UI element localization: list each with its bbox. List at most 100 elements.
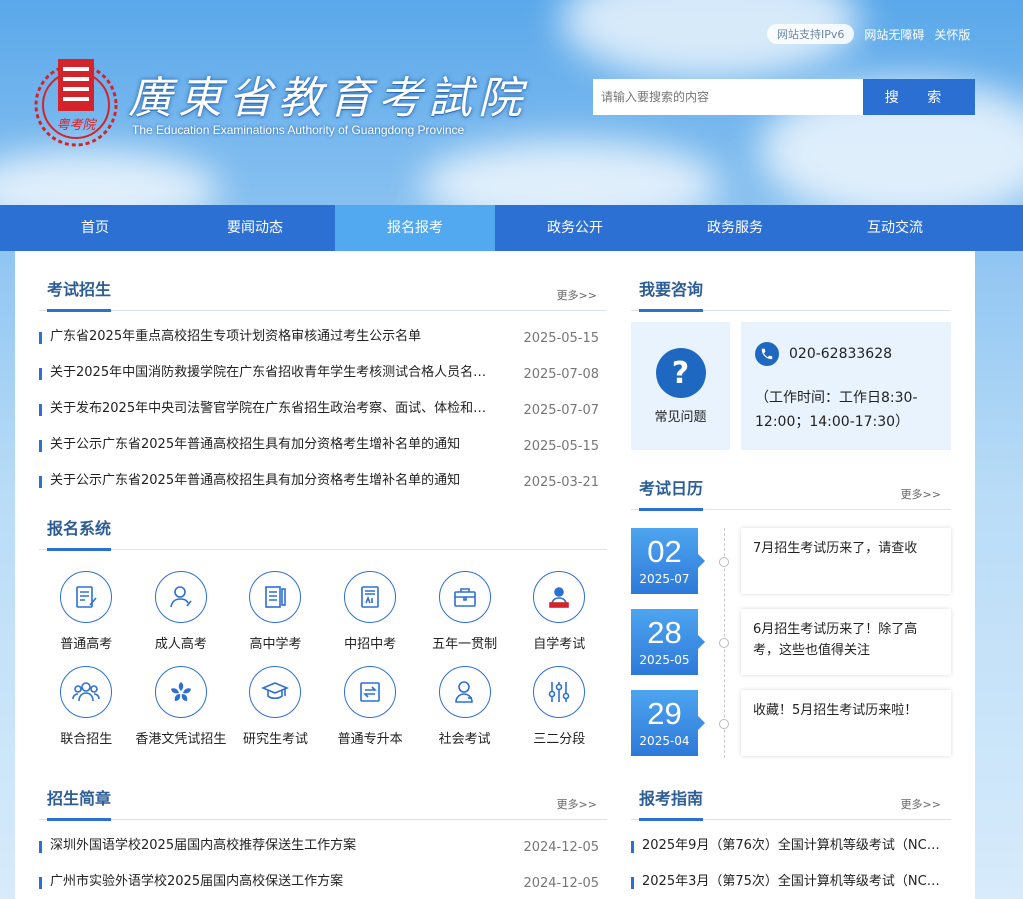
news-title: 关于发布2025年中央司法警官学院在广东省招生政治考察、面试、体检和体... [50, 401, 490, 416]
more-link[interactable]: 更多>> [557, 287, 597, 303]
brochure-header: 招生简章 更多>> [39, 786, 607, 821]
news-date: 2025-05-15 [523, 331, 599, 346]
list-item[interactable]: 关于公示广东省2025年普通高校招生具有加分资格考生增补名单的通知 2025-03… [39, 465, 599, 501]
date-month: 2025-05 [639, 653, 690, 667]
news-title: 关于公示广东省2025年普通高校招生具有加分资格考生增补名单的通知 [50, 437, 461, 452]
section-title: 报考指南 [639, 786, 704, 821]
date-day: 02 [647, 534, 682, 569]
book-icon [249, 571, 302, 623]
emblem-logo[interactable]: 粤考院 [30, 55, 122, 155]
exam-recruit-list: 广东省2025年重点高校招生专项计划资格审核通过考生公示名单 2025-05-15… [39, 321, 599, 501]
reg-item-gaokao[interactable]: 普通高考 [39, 571, 134, 652]
group-icon [60, 666, 113, 718]
list-item[interactable]: 2025年3月（第75次）全国计算机等级考试（NCRE... [631, 866, 951, 899]
date-badge: 29 2025-04 [631, 690, 705, 756]
search-input[interactable] [593, 79, 863, 115]
upgrade-icon [344, 666, 397, 718]
calendar-item[interactable]: 02 2025-07 7月招生考试历来了，请查收 [631, 528, 951, 609]
section-title: 考试招生 [47, 277, 112, 312]
question-mark-icon: ? [655, 348, 706, 398]
reg-item-xuekao[interactable]: 高中学考 [228, 571, 323, 652]
news-title: 关于2025年中国消防救援学院在广东省招收青年学生考核测试合格人员名单... [50, 365, 490, 380]
more-link[interactable]: 更多>> [901, 796, 941, 812]
working-hours: （工作时间：工作日8:30-12:00；14:00-17:30） [755, 390, 918, 430]
calendar-header: 考试日历 更多>> [631, 476, 951, 511]
reg-item-five-year[interactable]: 五年一贯制 [417, 571, 512, 652]
reg-item-label: 联合招生 [60, 732, 113, 747]
news-date: 2025-03-21 [523, 475, 599, 490]
reg-item-three-two[interactable]: 三二分段 [512, 666, 607, 747]
reg-item-adult[interactable]: 成人高考 [134, 571, 229, 652]
exam-calendar: 02 2025-07 7月招生考试历来了，请查收 28 2025-05 6月招生考试… [631, 528, 951, 771]
nav-item-news[interactable]: 要闻动态 [175, 205, 335, 251]
reg-item-label: 高中学考 [249, 637, 302, 652]
calendar-text[interactable]: 6月招生考试历来了！除了高考，这些也值得关注 [741, 609, 951, 675]
reg-item-zhongkao[interactable]: 中招中考 [323, 571, 418, 652]
list-item[interactable]: 深圳外国语学校2025届国内高校推荐保送生工作方案 2024-12-05 [39, 830, 599, 866]
date-day: 28 [647, 615, 682, 650]
section-title: 招生简章 [47, 786, 112, 821]
faq-label: 常见问题 [654, 410, 707, 425]
news-date: 2025-07-08 [523, 367, 599, 382]
date-month: 2025-07 [639, 572, 690, 586]
nav-item-interaction[interactable]: 互动交流 [815, 205, 975, 251]
score-sheet-icon [344, 571, 397, 623]
reg-item-label: 普通高考 [60, 637, 113, 652]
reg-item-self-study[interactable]: 自学考试 [512, 571, 607, 652]
list-item[interactable]: 关于公示广东省2025年普通高校招生具有加分资格考生增补名单的通知 2025-05… [39, 429, 599, 465]
reg-item-postgrad[interactable]: 研究生考试 [228, 666, 323, 747]
reg-item-social-exam[interactable]: 社会考试 [417, 666, 512, 747]
cloud-decoration [420, 140, 720, 205]
phone-info: 020-62833628 （工作时间：工作日8:30-12:00；14:00-1… [741, 322, 951, 450]
news-title: 广州市实验外语学校2025届国内高校保送工作方案 [50, 874, 344, 889]
nav-item-home[interactable]: 首页 [15, 205, 175, 251]
list-item[interactable]: 2025年9月（第76次）全国计算机等级考试（NCRE... [631, 830, 951, 866]
list-item[interactable]: 广东省2025年重点高校招生专项计划资格审核通过考生公示名单 2025-05-15 [39, 321, 599, 357]
sliders-icon [533, 666, 586, 718]
guide-list: 2025年9月（第76次）全国计算机等级考试（NCRE... 2025年3月（第… [631, 830, 951, 899]
bullet-bar [631, 841, 634, 853]
reg-item-label: 社会考试 [438, 732, 491, 747]
faq-button[interactable]: ? 常见问题 [631, 322, 730, 450]
briefcase-icon [438, 571, 491, 623]
phone-number[interactable]: 020-62833628 [789, 346, 892, 362]
nav-item-public-affairs[interactable]: 政务公开 [495, 205, 655, 251]
section-title: 我要咨询 [639, 277, 704, 312]
care-mode-link[interactable]: 关怀版 [934, 26, 970, 43]
reg-item-joint[interactable]: 联合招生 [39, 666, 134, 747]
registration-icon-grid: 普通高考 成人高考 高中学考 中招中考 五年一贯制 自学考试 联合招生 香港文凭… [39, 571, 599, 747]
guide-header: 报考指南 更多>> [631, 786, 951, 821]
section-title: 报名系统 [47, 516, 112, 551]
list-item[interactable]: 关于发布2025年中央司法警官学院在广东省招生政治考察、面试、体检和体... 20… [39, 393, 599, 429]
cloud-decoration [0, 150, 220, 205]
main-content: 考试招生 更多>> 广东省2025年重点高校招生专项计划资格审核通过考生公示名单… [15, 251, 975, 899]
reg-item-label: 成人高考 [154, 637, 207, 652]
registration-header: 报名系统 [39, 516, 607, 551]
top-links: 网站支持IPv6 网站无障碍 关怀版 [767, 24, 970, 44]
bullet-bar [39, 332, 42, 344]
bullet-bar [631, 877, 634, 889]
more-link[interactable]: 更多>> [557, 796, 597, 812]
search-button[interactable]: 搜 索 [863, 79, 975, 115]
calendar-item[interactable]: 29 2025-04 收藏！5月招生考试历来啦！ [631, 690, 951, 771]
calendar-item[interactable]: 28 2025-05 6月招生考试历来了！除了高考，这些也值得关注 [631, 609, 951, 690]
consult-header: 我要咨询 [631, 277, 951, 312]
list-item[interactable]: 广州市实验外语学校2025届国内高校保送工作方案 2024-12-05 [39, 866, 599, 899]
timeline-dot [719, 719, 729, 729]
calendar-text[interactable]: 7月招生考试历来了，请查收 [741, 528, 951, 594]
date-month: 2025-04 [639, 734, 690, 748]
reg-item-label: 自学考试 [533, 637, 586, 652]
news-title: 广东省2025年重点高校招生专项计划资格审核通过考生公示名单 [50, 329, 422, 344]
accessibility-link[interactable]: 网站无障碍 [864, 26, 924, 43]
news-title: 深圳外国语学校2025届国内高校推荐保送生工作方案 [50, 838, 357, 853]
list-item[interactable]: 关于2025年中国消防救援学院在广东省招收青年学生考核测试合格人员名单... 20… [39, 357, 599, 393]
reg-item-hkdse[interactable]: 香港文凭试招生 [134, 666, 229, 747]
graduation-cap-icon [249, 666, 302, 718]
nav-item-services[interactable]: 政务服务 [655, 205, 815, 251]
more-link[interactable]: 更多>> [901, 486, 941, 502]
bullet-bar [39, 877, 42, 889]
calendar-text[interactable]: 收藏！5月招生考试历来啦！ [741, 690, 951, 756]
nav-item-registration[interactable]: 报名报考 [335, 205, 495, 251]
reg-item-upgrade[interactable]: 普通专升本 [323, 666, 418, 747]
brochure-list: 深圳外国语学校2025届国内高校推荐保送生工作方案 2024-12-05 广州市实… [39, 830, 599, 899]
